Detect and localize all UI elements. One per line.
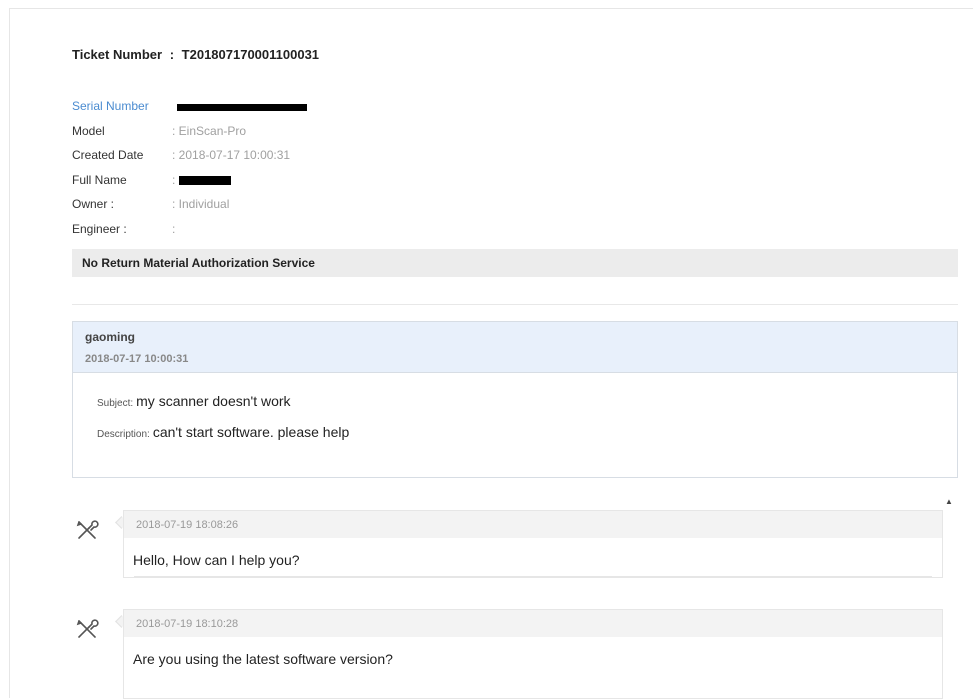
- tools-icon: [76, 520, 99, 539]
- scroll-up-arrow-icon[interactable]: ▲: [943, 496, 955, 508]
- info-row-model: Model : EinScan-Pro: [72, 119, 307, 144]
- info-row-serial: Serial Number: [72, 94, 307, 119]
- created-date-value: : 2018-07-17 10:00:31: [172, 148, 291, 163]
- owner-value: : Individual: [172, 197, 230, 212]
- rma-status-bar: No Return Material Authorization Service: [72, 249, 958, 277]
- full-name-prefix: :: [172, 172, 176, 187]
- original-message-card: gaoming 2018-07-17 10:00:31 Subject: my …: [72, 321, 958, 478]
- info-row-engineer: Engineer : :: [72, 217, 307, 242]
- redaction-bar: [177, 103, 307, 111]
- reply-timestamp: 2018-07-19 18:10:28: [124, 610, 942, 637]
- ticket-number-separator: :: [169, 47, 175, 62]
- info-row-fullname: Full Name :: [72, 168, 307, 193]
- model-value: : EinScan-Pro: [172, 123, 247, 138]
- description-text: can't start software. please help: [152, 424, 350, 440]
- reply-timestamp: 2018-07-19 18:08:26: [124, 511, 942, 538]
- ticket-number-header: Ticket Number : T201807170001100031: [72, 47, 319, 62]
- description-label: Description:: [97, 429, 150, 440]
- info-row-owner: Owner : : Individual: [72, 192, 307, 217]
- subject-label: Subject:: [97, 398, 134, 409]
- full-name-value: :: [172, 173, 231, 187]
- message-header: gaoming 2018-07-17 10:00:31: [73, 322, 957, 373]
- model-label: Model: [72, 123, 105, 138]
- reply-text: Are you using the latest software versio…: [133, 651, 393, 667]
- engineer-value: :: [172, 221, 176, 236]
- redaction-bar: [178, 176, 231, 186]
- rma-status-text: No Return Material Authorization Service: [82, 256, 315, 270]
- serial-number-value: [172, 99, 307, 113]
- ticket-number-label: Ticket Number: [72, 47, 163, 62]
- owner-label: Owner :: [72, 197, 115, 212]
- reply-underline: [134, 576, 932, 577]
- message-body: Subject: my scanner doesn't work Descrip…: [73, 373, 957, 440]
- info-row-created: Created Date : 2018-07-17 10:00:31: [72, 143, 307, 168]
- reply-box: 2018-07-19 18:10:28 Are you using the la…: [123, 609, 943, 699]
- section-divider: [72, 304, 958, 305]
- ticket-number-value: T201807170001100031: [181, 47, 320, 62]
- tools-icon: [76, 619, 99, 638]
- ticket-info: Serial Number Model : EinScan-Pro Create…: [72, 94, 307, 241]
- serial-number-label[interactable]: Serial Number: [72, 99, 172, 113]
- reply-box: 2018-07-19 18:08:26 Hello, How can I hel…: [123, 510, 943, 578]
- full-name-label: Full Name: [72, 172, 127, 187]
- subject-text: my scanner doesn't work: [136, 393, 291, 409]
- message-date: 2018-07-17 10:00:31: [85, 353, 189, 365]
- created-date-label: Created Date: [72, 148, 144, 163]
- subject-line: Subject: my scanner doesn't work: [97, 393, 957, 409]
- message-author: gaoming: [85, 330, 135, 344]
- reply-text: Hello, How can I help you?: [133, 552, 300, 568]
- engineer-label: Engineer :: [72, 221, 127, 236]
- description-line: Description: can't start software. pleas…: [97, 424, 957, 440]
